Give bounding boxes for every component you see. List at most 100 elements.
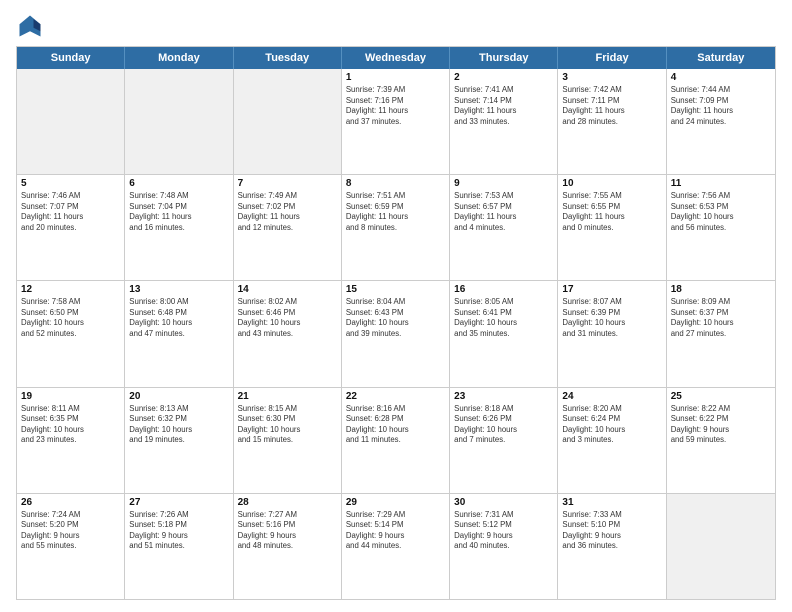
calendar-header: SundayMondayTuesdayWednesdayThursdayFrid… xyxy=(17,47,775,69)
calendar-row-2: 12 Sunrise: 7:58 AM Sunset: 6:50 PM Dayli… xyxy=(17,280,775,386)
day-info: Sunrise: 8:00 AM Sunset: 6:48 PM Dayligh… xyxy=(129,297,228,339)
cal-cell-0-2 xyxy=(234,69,342,174)
cal-cell-1-4: 9 Sunrise: 7:53 AM Sunset: 6:57 PM Daylig… xyxy=(450,175,558,280)
cal-cell-3-1: 20 Sunrise: 8:13 AM Sunset: 6:32 PM Dayli… xyxy=(125,388,233,493)
day-number: 2 xyxy=(454,72,553,83)
cal-cell-3-3: 22Sunrise: 8:16 AM Sunset: 6:28 PM Dayli… xyxy=(342,388,450,493)
header-day-sunday: Sunday xyxy=(17,47,125,69)
day-number: 29 xyxy=(346,497,445,508)
cal-cell-4-1: 27Sunrise: 7:26 AM Sunset: 5:18 PM Dayli… xyxy=(125,494,233,599)
cal-cell-1-6: 11Sunrise: 7:56 AM Sunset: 6:53 PM Dayli… xyxy=(667,175,775,280)
day-number: 17 xyxy=(562,284,661,295)
day-info: Sunrise: 7:55 AM Sunset: 6:55 PM Dayligh… xyxy=(562,191,661,233)
header-day-thursday: Thursday xyxy=(450,47,558,69)
day-info: Sunrise: 8:05 AM Sunset: 6:41 PM Dayligh… xyxy=(454,297,553,339)
calendar-row-4: 26 Sunrise: 7:24 AM Sunset: 5:20 PM Dayli… xyxy=(17,493,775,599)
cal-cell-3-5: 24 Sunrise: 8:20 AM Sunset: 6:24 PM Dayli… xyxy=(558,388,666,493)
day-number: 20 xyxy=(129,391,228,402)
day-number: 21 xyxy=(238,391,337,402)
day-info: Sunrise: 7:48 AM Sunset: 7:04 PM Dayligh… xyxy=(129,191,228,233)
day-info: Sunrise: 8:11 AM Sunset: 6:35 PM Dayligh… xyxy=(21,404,120,446)
day-info: Sunrise: 8:22 AM Sunset: 6:22 PM Dayligh… xyxy=(671,404,771,446)
cal-cell-3-4: 23 Sunrise: 8:18 AM Sunset: 6:26 PM Dayli… xyxy=(450,388,558,493)
cal-cell-1-2: 7Sunrise: 7:49 AM Sunset: 7:02 PM Daylig… xyxy=(234,175,342,280)
cal-cell-3-0: 19 Sunrise: 8:11 AM Sunset: 6:35 PM Dayli… xyxy=(17,388,125,493)
logo xyxy=(16,12,48,40)
header-day-monday: Monday xyxy=(125,47,233,69)
cal-cell-2-4: 16 Sunrise: 8:05 AM Sunset: 6:41 PM Dayli… xyxy=(450,281,558,386)
day-info: Sunrise: 8:15 AM Sunset: 6:30 PM Dayligh… xyxy=(238,404,337,446)
day-number: 31 xyxy=(562,497,661,508)
header-day-tuesday: Tuesday xyxy=(234,47,342,69)
day-info: Sunrise: 8:13 AM Sunset: 6:32 PM Dayligh… xyxy=(129,404,228,446)
calendar: SundayMondayTuesdayWednesdayThursdayFrid… xyxy=(16,46,776,600)
cal-cell-1-0: 5 Sunrise: 7:46 AM Sunset: 7:07 PM Daylig… xyxy=(17,175,125,280)
day-number: 5 xyxy=(21,178,120,189)
day-info: Sunrise: 7:24 AM Sunset: 5:20 PM Dayligh… xyxy=(21,510,120,552)
cal-cell-4-3: 29 Sunrise: 7:29 AM Sunset: 5:14 PM Dayli… xyxy=(342,494,450,599)
cal-cell-0-1 xyxy=(125,69,233,174)
day-info: Sunrise: 8:16 AM Sunset: 6:28 PM Dayligh… xyxy=(346,404,445,446)
day-number: 15 xyxy=(346,284,445,295)
cal-cell-0-4: 2 Sunrise: 7:41 AM Sunset: 7:14 PM Daylig… xyxy=(450,69,558,174)
day-info: Sunrise: 8:02 AM Sunset: 6:46 PM Dayligh… xyxy=(238,297,337,339)
day-info: Sunrise: 7:56 AM Sunset: 6:53 PM Dayligh… xyxy=(671,191,771,233)
cal-cell-2-5: 17Sunrise: 8:07 AM Sunset: 6:39 PM Dayli… xyxy=(558,281,666,386)
day-info: Sunrise: 7:53 AM Sunset: 6:57 PM Dayligh… xyxy=(454,191,553,233)
cal-cell-1-3: 8Sunrise: 7:51 AM Sunset: 6:59 PM Daylig… xyxy=(342,175,450,280)
day-number: 4 xyxy=(671,72,771,83)
day-number: 10 xyxy=(562,178,661,189)
day-number: 12 xyxy=(21,284,120,295)
logo-icon xyxy=(16,12,44,40)
day-number: 6 xyxy=(129,178,228,189)
calendar-row-1: 5 Sunrise: 7:46 AM Sunset: 7:07 PM Daylig… xyxy=(17,174,775,280)
day-info: Sunrise: 8:20 AM Sunset: 6:24 PM Dayligh… xyxy=(562,404,661,446)
day-number: 18 xyxy=(671,284,771,295)
calendar-row-0: 1 Sunrise: 7:39 AM Sunset: 7:16 PM Daylig… xyxy=(17,69,775,174)
day-number: 1 xyxy=(346,72,445,83)
day-number: 28 xyxy=(238,497,337,508)
cal-cell-4-5: 31 Sunrise: 7:33 AM Sunset: 5:10 PM Dayli… xyxy=(558,494,666,599)
day-number: 24 xyxy=(562,391,661,402)
day-number: 23 xyxy=(454,391,553,402)
header-day-wednesday: Wednesday xyxy=(342,47,450,69)
day-info: Sunrise: 7:39 AM Sunset: 7:16 PM Dayligh… xyxy=(346,85,445,127)
cal-cell-2-3: 15 Sunrise: 8:04 AM Sunset: 6:43 PM Dayli… xyxy=(342,281,450,386)
calendar-body: 1 Sunrise: 7:39 AM Sunset: 7:16 PM Daylig… xyxy=(17,69,775,599)
day-info: Sunrise: 7:41 AM Sunset: 7:14 PM Dayligh… xyxy=(454,85,553,127)
cal-cell-2-1: 13 Sunrise: 8:00 AM Sunset: 6:48 PM Dayli… xyxy=(125,281,233,386)
day-info: Sunrise: 8:18 AM Sunset: 6:26 PM Dayligh… xyxy=(454,404,553,446)
header xyxy=(16,12,776,40)
day-info: Sunrise: 7:29 AM Sunset: 5:14 PM Dayligh… xyxy=(346,510,445,552)
cal-cell-1-1: 6 Sunrise: 7:48 AM Sunset: 7:04 PM Daylig… xyxy=(125,175,233,280)
day-info: Sunrise: 8:04 AM Sunset: 6:43 PM Dayligh… xyxy=(346,297,445,339)
header-day-friday: Friday xyxy=(558,47,666,69)
cal-cell-4-2: 28 Sunrise: 7:27 AM Sunset: 5:16 PM Dayli… xyxy=(234,494,342,599)
calendar-row-3: 19 Sunrise: 8:11 AM Sunset: 6:35 PM Dayli… xyxy=(17,387,775,493)
cal-cell-3-2: 21 Sunrise: 8:15 AM Sunset: 6:30 PM Dayli… xyxy=(234,388,342,493)
day-info: Sunrise: 7:46 AM Sunset: 7:07 PM Dayligh… xyxy=(21,191,120,233)
day-info: Sunrise: 8:09 AM Sunset: 6:37 PM Dayligh… xyxy=(671,297,771,339)
cal-cell-0-5: 3Sunrise: 7:42 AM Sunset: 7:11 PM Daylig… xyxy=(558,69,666,174)
day-number: 19 xyxy=(21,391,120,402)
day-info: Sunrise: 7:33 AM Sunset: 5:10 PM Dayligh… xyxy=(562,510,661,552)
day-info: Sunrise: 7:44 AM Sunset: 7:09 PM Dayligh… xyxy=(671,85,771,127)
day-number: 9 xyxy=(454,178,553,189)
cal-cell-2-0: 12 Sunrise: 7:58 AM Sunset: 6:50 PM Dayli… xyxy=(17,281,125,386)
day-number: 14 xyxy=(238,284,337,295)
day-number: 25 xyxy=(671,391,771,402)
day-number: 16 xyxy=(454,284,553,295)
cal-cell-2-6: 18 Sunrise: 8:09 AM Sunset: 6:37 PM Dayli… xyxy=(667,281,775,386)
cal-cell-1-5: 10 Sunrise: 7:55 AM Sunset: 6:55 PM Dayli… xyxy=(558,175,666,280)
cal-cell-0-0 xyxy=(17,69,125,174)
day-number: 27 xyxy=(129,497,228,508)
cal-cell-0-6: 4 Sunrise: 7:44 AM Sunset: 7:09 PM Daylig… xyxy=(667,69,775,174)
day-info: Sunrise: 7:27 AM Sunset: 5:16 PM Dayligh… xyxy=(238,510,337,552)
day-number: 13 xyxy=(129,284,228,295)
cal-cell-3-6: 25 Sunrise: 8:22 AM Sunset: 6:22 PM Dayli… xyxy=(667,388,775,493)
cal-cell-0-3: 1 Sunrise: 7:39 AM Sunset: 7:16 PM Daylig… xyxy=(342,69,450,174)
day-number: 8 xyxy=(346,178,445,189)
cal-cell-2-2: 14 Sunrise: 8:02 AM Sunset: 6:46 PM Dayli… xyxy=(234,281,342,386)
day-number: 26 xyxy=(21,497,120,508)
day-info: Sunrise: 7:58 AM Sunset: 6:50 PM Dayligh… xyxy=(21,297,120,339)
